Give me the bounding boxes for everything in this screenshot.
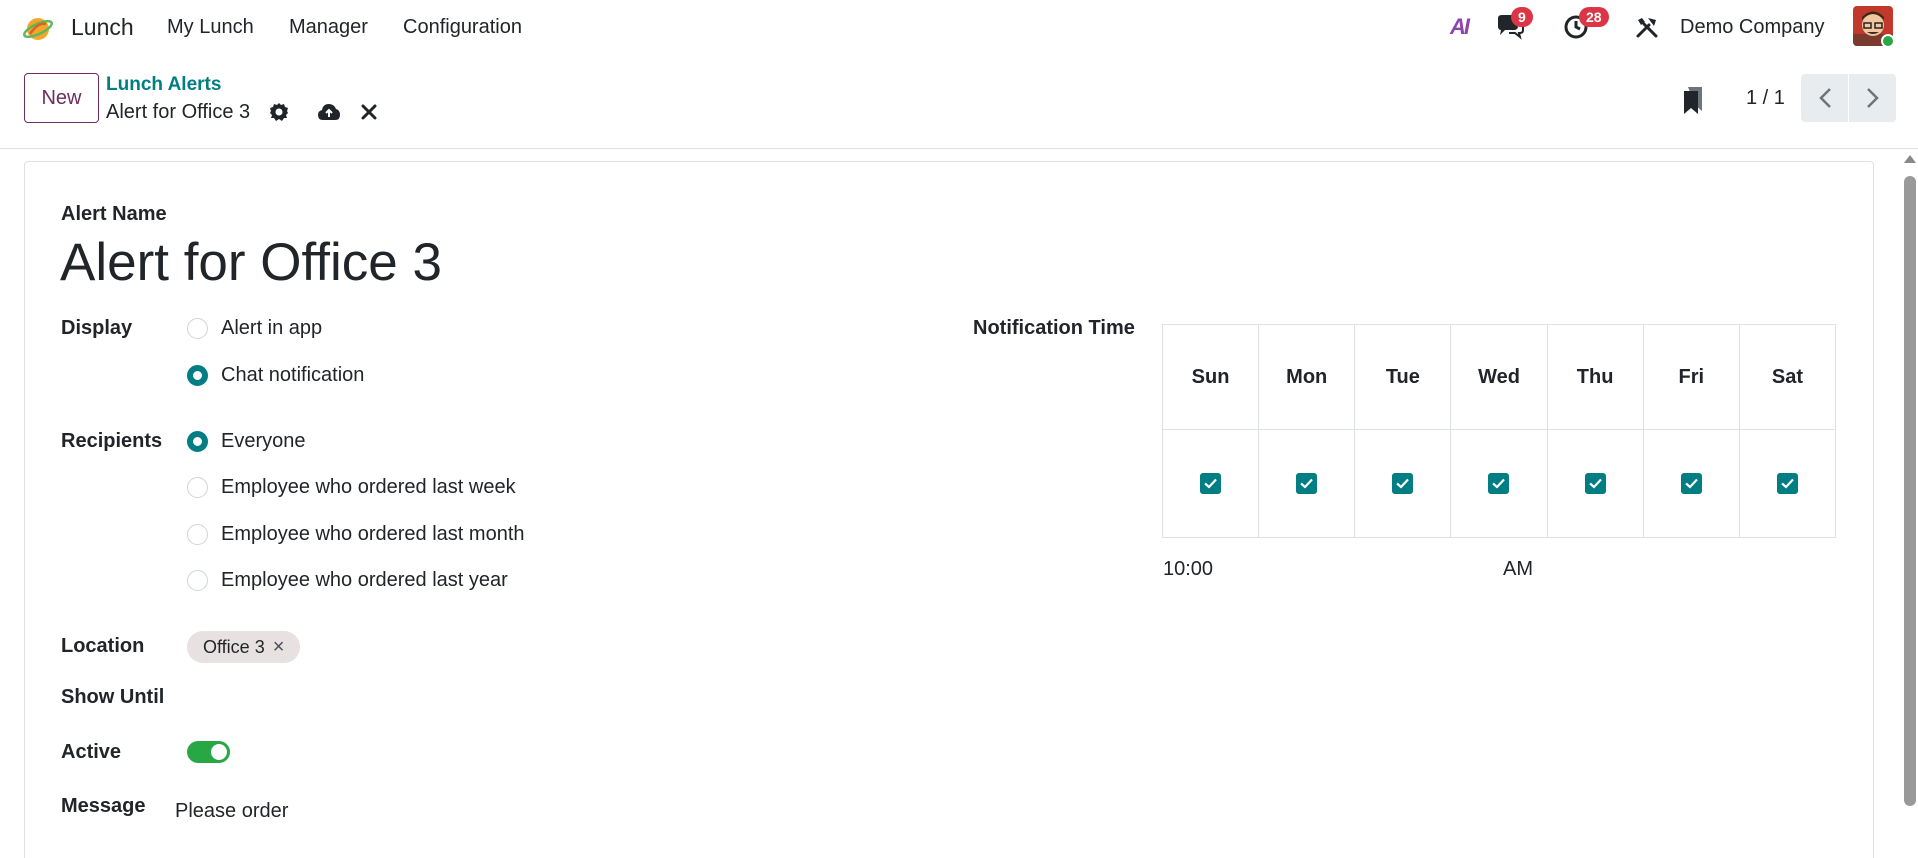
location-tag[interactable]: Office 3 × [187, 631, 301, 663]
menu-configuration[interactable]: Configuration [403, 16, 522, 39]
save-cloud-icon[interactable] [316, 99, 342, 125]
radio-label: Chat notification [221, 364, 365, 386]
ai-icon[interactable]: AI [1444, 12, 1474, 42]
gear-icon[interactable] [266, 99, 292, 125]
pager-previous-button[interactable] [1801, 74, 1848, 122]
location-label: Location [61, 635, 145, 657]
notification-time-label: Notification Time [973, 317, 1135, 339]
recipients-option-everyone[interactable]: Everyone [187, 430, 306, 453]
day-cell [1642, 429, 1740, 538]
day-header-fri: Fri [1642, 323, 1740, 431]
activity-clock-icon[interactable]: 28 [1561, 7, 1609, 42]
checkbox-fri[interactable] [1680, 473, 1702, 495]
notification-period-select[interactable]: AM [1503, 558, 1533, 581]
online-status-dot [1881, 34, 1895, 48]
checkbox-sat[interactable] [1776, 473, 1798, 495]
recipients-option-last-week[interactable]: Employee who ordered last week [187, 476, 516, 499]
company-switcher[interactable]: Demo Company [1680, 16, 1825, 39]
alert-name-label: Alert Name [61, 203, 167, 225]
app-name[interactable]: Lunch [71, 14, 134, 41]
radio-label: Employee who ordered last year [221, 569, 508, 591]
chevron-left-icon [1818, 88, 1831, 108]
radio-last-week[interactable] [187, 477, 208, 498]
checkbox-wed[interactable] [1488, 473, 1510, 495]
display-label: Display [61, 317, 133, 339]
recipients-option-last-year[interactable]: Employee who ordered last year [187, 569, 508, 592]
day-header-tue: Tue [1354, 323, 1452, 431]
control-panel-divider [0, 148, 1918, 149]
message-input[interactable]: Please order [175, 800, 288, 823]
menu-my-lunch[interactable]: My Lunch [167, 16, 254, 39]
pager-next-button[interactable] [1849, 74, 1896, 122]
active-toggle[interactable] [187, 741, 230, 763]
location-tag-label: Office 3 [203, 636, 265, 657]
notification-days-table: Sun Mon Tue Wed Thu Fri Sat [1161, 323, 1837, 538]
chevron-right-icon [1866, 88, 1879, 108]
top-navbar: Lunch My Lunch Manager Configuration AI … [0, 0, 1918, 55]
radio-everyone[interactable] [187, 431, 208, 452]
day-cell [1738, 429, 1837, 538]
display-option-chat-notification[interactable]: Chat notification [187, 364, 364, 387]
day-header-sun: Sun [1161, 323, 1260, 431]
breadcrumb-current-record: Alert for Office 3 [106, 101, 251, 123]
day-cell [1258, 429, 1356, 538]
pager-value[interactable]: 1 / 1 [1746, 87, 1785, 110]
day-cell [1161, 429, 1260, 538]
radio-label: Employee who ordered last month [221, 523, 525, 545]
radio-label: Employee who ordered last week [221, 476, 516, 498]
radio-chat-notification[interactable] [187, 365, 208, 386]
messages-count-badge: 9 [1511, 7, 1533, 27]
day-cell [1354, 429, 1452, 538]
radio-last-month[interactable] [187, 524, 208, 545]
checkbox-thu[interactable] [1584, 473, 1606, 495]
day-header-thu: Thu [1546, 323, 1644, 431]
toggle-knob [211, 744, 227, 760]
remove-tag-icon[interactable]: × [273, 636, 285, 659]
active-label: Active [61, 741, 122, 763]
breadcrumb-lunch-alerts[interactable]: Lunch Alerts [106, 74, 221, 96]
bookmark-icon[interactable] [1678, 84, 1708, 116]
scroll-up-arrow[interactable] [1904, 155, 1916, 163]
radio-label: Everyone [221, 430, 306, 452]
menu-manager[interactable]: Manager [289, 16, 368, 39]
show-until-label: Show Until [61, 686, 165, 708]
alert-name-input[interactable]: Alert for Office 3 [60, 232, 442, 293]
day-cell [1546, 429, 1644, 538]
chat-icon[interactable]: 9 [1495, 7, 1533, 42]
activities-count-badge: 28 [1579, 7, 1609, 27]
recipients-label: Recipients [61, 430, 163, 452]
ai-label: AI [1450, 14, 1470, 39]
notification-time-input[interactable]: 10:00 [1163, 558, 1213, 581]
radio-last-year[interactable] [187, 570, 208, 591]
day-header-sat: Sat [1738, 323, 1837, 431]
radio-label: Alert in app [221, 317, 323, 339]
scrollbar-thumb[interactable] [1904, 176, 1916, 806]
day-header-wed: Wed [1450, 323, 1548, 431]
message-label: Message [61, 795, 146, 817]
lunch-app-icon[interactable] [22, 12, 54, 44]
checkbox-sun[interactable] [1200, 473, 1222, 495]
discard-close-icon[interactable] [356, 99, 382, 125]
checkbox-tue[interactable] [1392, 473, 1414, 495]
day-header-mon: Mon [1258, 323, 1356, 431]
display-option-alert-in-app[interactable]: Alert in app [187, 317, 322, 340]
new-button[interactable]: New [24, 73, 99, 123]
radio-alert-in-app[interactable] [187, 318, 208, 339]
recipients-option-last-month[interactable]: Employee who ordered last month [187, 523, 525, 546]
checkbox-mon[interactable] [1296, 473, 1318, 495]
debug-tools-icon[interactable] [1632, 12, 1662, 42]
day-cell [1450, 429, 1548, 538]
